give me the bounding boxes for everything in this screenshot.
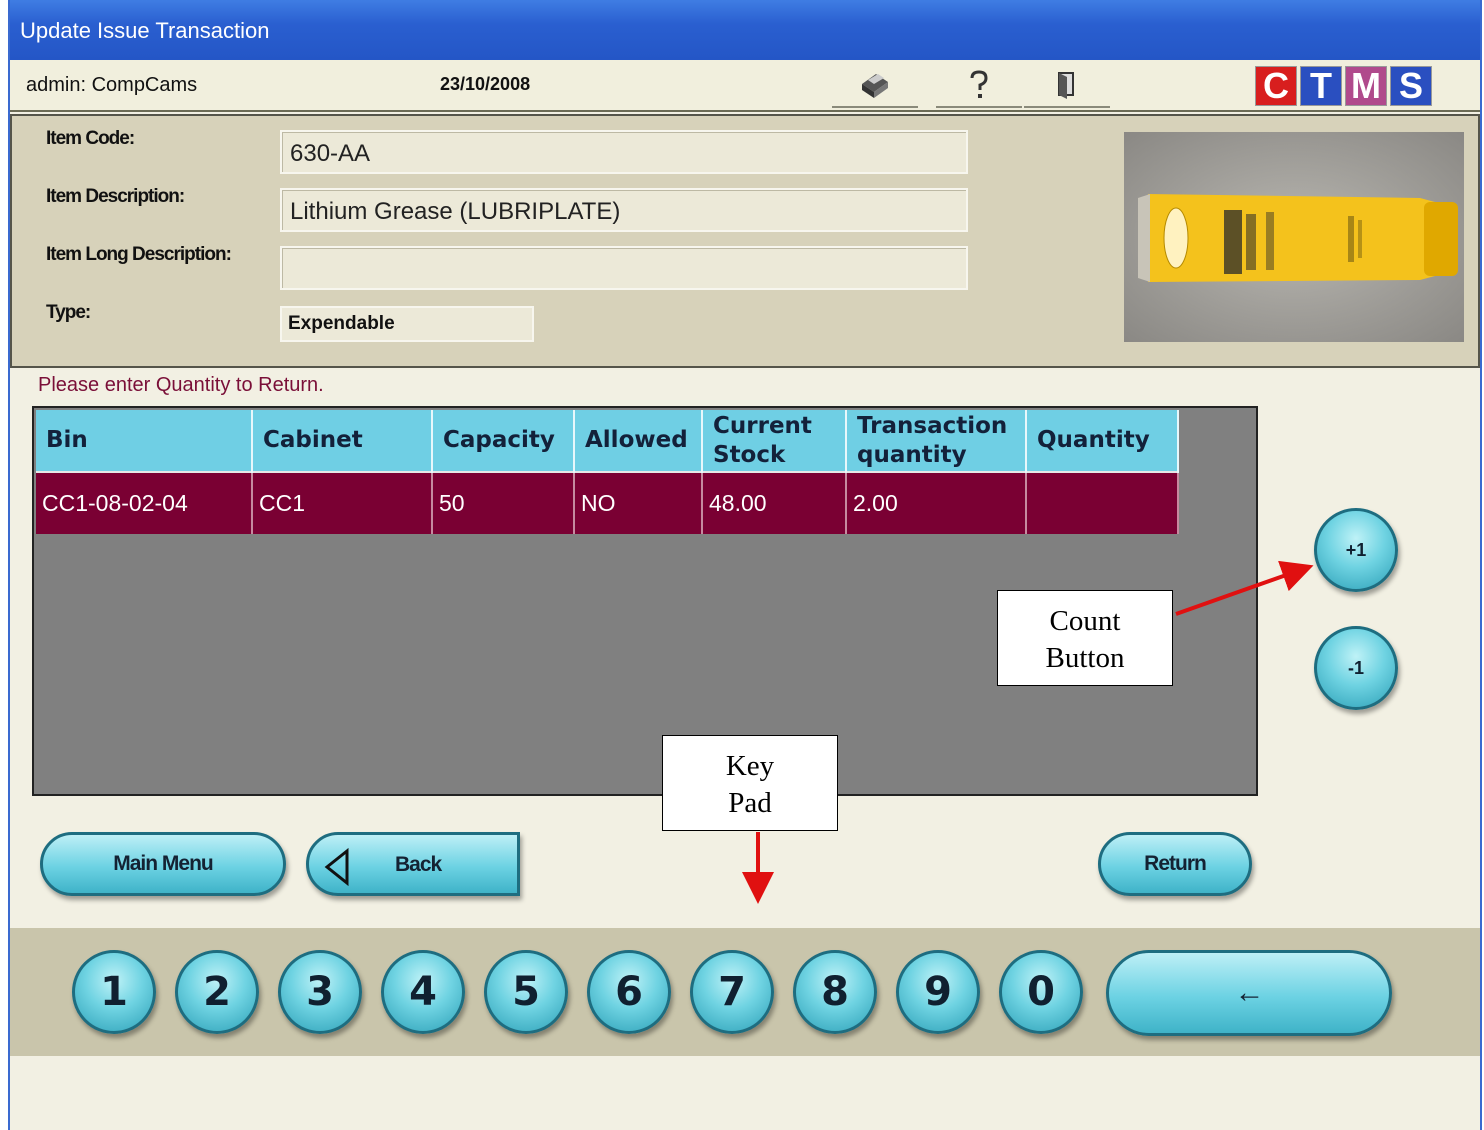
count-button-arrow <box>1175 560 1314 616</box>
annotation-arrows <box>742 560 1314 904</box>
